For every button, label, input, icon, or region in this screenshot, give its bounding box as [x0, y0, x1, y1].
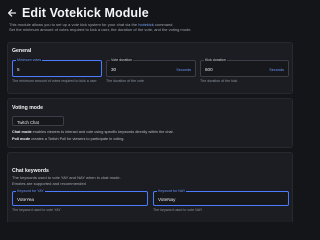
chat-mode-info: Chat mode enables viewers to interact an…	[12, 130, 174, 134]
nay-keyword-hint: The keyword used to vote NAY	[153, 208, 203, 212]
chat-mode-text: enables viewers to interact and vote usi…	[31, 130, 174, 134]
vote-duration-unit: Seconds	[176, 67, 191, 72]
voting-mode-title: Voting mode	[12, 105, 44, 111]
poll-mode-info: Poll mode creates a Twitch Poll for view…	[12, 137, 124, 141]
nay-keyword-input[interactable]: VoteNay	[158, 197, 175, 202]
description-text: command.	[153, 22, 174, 27]
chat-keywords-info-emotes: Emotes are supported and recommended	[12, 181, 86, 186]
votekick-command-link[interactable]: !votekick	[138, 22, 154, 27]
chat-keywords-info: The keywords used to vote YAY and NAY wh…	[12, 175, 121, 180]
minimum-votes-hint: The minimum amount of votes required to …	[12, 79, 97, 83]
arrow-left-icon[interactable]	[6, 7, 18, 19]
vote-duration-field[interactable]: Vote duration 30 Seconds	[106, 58, 196, 77]
kick-duration-input[interactable]: 600	[205, 67, 213, 72]
kick-duration-label: Kick duration	[204, 58, 227, 62]
yay-keyword-label: Keyword for YAY	[16, 189, 45, 193]
general-section: General Minimum votes 5 The minimum amou…	[7, 42, 293, 94]
nay-keyword-label: Keyword for NAY	[157, 189, 187, 193]
poll-mode-label: Poll mode	[12, 137, 31, 141]
nay-keyword-field[interactable]: Keyword for NAY VoteNay	[153, 189, 289, 206]
minimum-votes-field[interactable]: Minimum votes 5	[12, 58, 102, 77]
vote-duration-label: Vote duration	[110, 58, 134, 62]
yay-keyword-field[interactable]: Keyword for YAY VoteYea	[12, 189, 148, 206]
chat-keywords-section: Chat keywords The keywords used to vote …	[7, 152, 293, 222]
vote-duration-hint: The duration of the vote	[106, 79, 144, 83]
module-description: This module allows you to set up a vote …	[9, 22, 295, 33]
description-text: Set the minimum amount of votes required…	[9, 27, 192, 33]
kick-duration-field[interactable]: Kick duration 600 Seconds	[200, 58, 289, 77]
voting-mode-section: Voting mode Twitch Chat Chat mode enable…	[7, 98, 293, 148]
kick-duration-unit: Seconds	[269, 67, 284, 72]
chat-mode-label: Chat mode	[12, 130, 32, 134]
minimum-votes-input[interactable]: 5	[17, 67, 20, 72]
voting-mode-select[interactable]: Twitch Chat	[12, 116, 64, 126]
voting-mode-selected: Twitch Chat	[17, 119, 39, 125]
yay-keyword-input[interactable]: VoteYea	[17, 197, 34, 202]
page-title: Edit Votekick Module	[22, 6, 149, 20]
chat-keywords-title: Chat keywords	[12, 168, 49, 174]
minimum-votes-label: Minimum votes	[16, 58, 43, 62]
poll-mode-text: creates a Twitch Poll for viewers to par…	[30, 137, 125, 141]
vote-duration-input[interactable]: 30	[111, 67, 116, 72]
general-title: General	[12, 48, 32, 54]
yay-keyword-hint: The keyword used to vote YAY	[12, 208, 61, 212]
kick-duration-hint: The duration of the kick	[200, 79, 238, 83]
description-text: This module allows you to set up a vote …	[9, 22, 139, 27]
page-header: Edit Votekick Module	[6, 6, 149, 20]
